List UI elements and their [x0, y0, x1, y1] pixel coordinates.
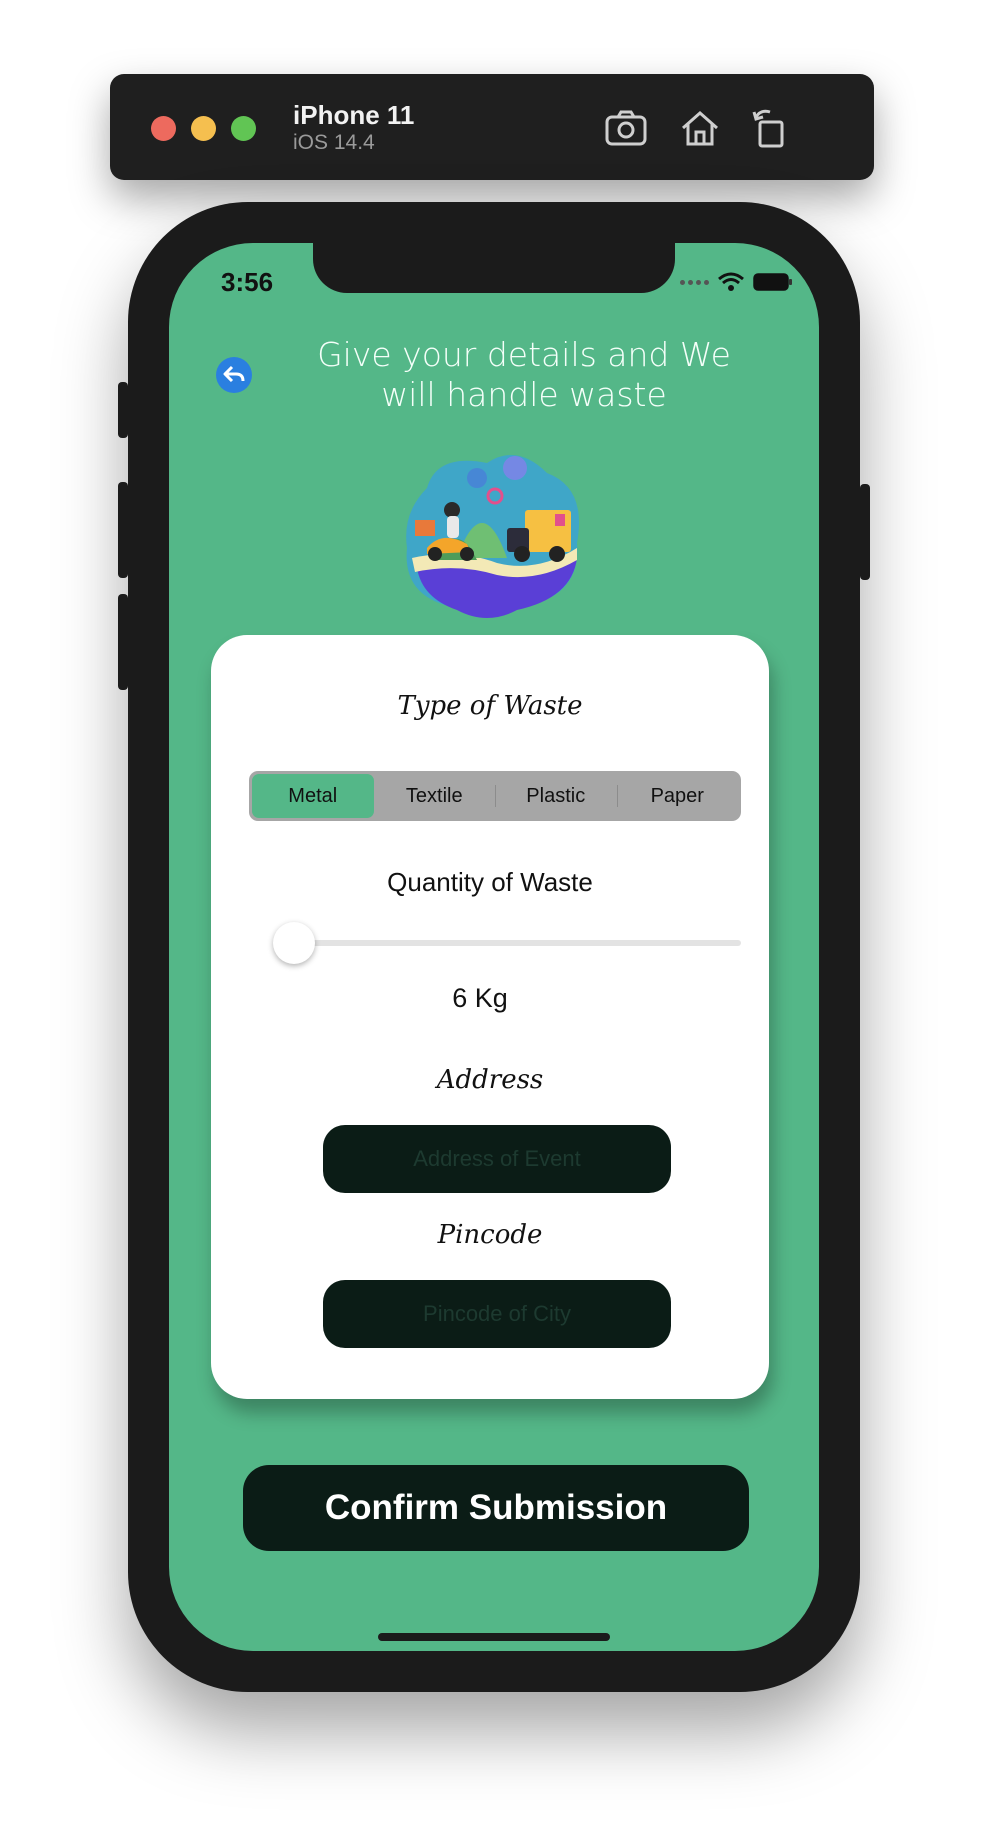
status-icons [680, 271, 793, 293]
screenshot-icon[interactable] [602, 104, 650, 152]
mute-switch [118, 382, 128, 438]
close-window-button[interactable] [151, 116, 176, 141]
quantity-value: 6 Kg [452, 983, 508, 1013]
device-name: iPhone 11 [293, 100, 415, 130]
type-of-waste-label: Type of Waste [397, 691, 583, 721]
back-arrow-icon [223, 365, 245, 383]
confirm-submission-button[interactable]: Confirm Submission [243, 1465, 749, 1551]
signal-dots-icon [680, 279, 709, 285]
segment-textile[interactable]: Textile [374, 774, 496, 818]
pincode-input[interactable] [323, 1280, 671, 1348]
volume-down-button [118, 594, 128, 690]
power-button [860, 484, 870, 580]
quantity-label: Quantity of Waste [387, 867, 593, 897]
page-title: Give your details and We will handle was… [317, 335, 731, 414]
wifi-icon [718, 272, 744, 291]
segment-plastic[interactable]: Plastic [495, 774, 617, 818]
status-time: 3:56 [221, 267, 274, 297]
home-indicator[interactable] [378, 1633, 610, 1641]
pincode-label: Pincode [437, 1220, 543, 1250]
address-label: Address [436, 1065, 544, 1095]
os-version: iOS 14.4 [293, 131, 375, 154]
volume-up-button [118, 482, 128, 578]
waste-type-segmented-control: Metal Textile Plastic Paper [249, 771, 741, 821]
waste-form-card: Type of Waste Metal Textile Plastic Pape… [211, 635, 769, 1399]
app-screen: 3:56 Give your details and We will handl… [169, 243, 819, 1651]
notch [313, 243, 675, 293]
minimize-window-button[interactable] [191, 116, 216, 141]
back-button[interactable] [216, 357, 252, 393]
home-icon[interactable] [676, 104, 724, 152]
segment-paper[interactable]: Paper [616, 774, 739, 818]
segment-metal[interactable]: Metal [252, 774, 374, 818]
phone-frame: 3:56 Give your details and We will handl… [118, 202, 870, 1692]
delivery-scooter-truck-illustration [406, 455, 579, 618]
address-input[interactable] [323, 1125, 671, 1193]
simulator-title-bar: iPhone 11 iOS 14.4 [110, 74, 874, 180]
quantity-slider-track[interactable] [281, 940, 741, 946]
battery-icon [753, 273, 792, 291]
zoom-window-button[interactable] [231, 116, 256, 141]
rotate-icon[interactable] [746, 104, 794, 152]
quantity-slider-thumb[interactable] [273, 922, 315, 964]
